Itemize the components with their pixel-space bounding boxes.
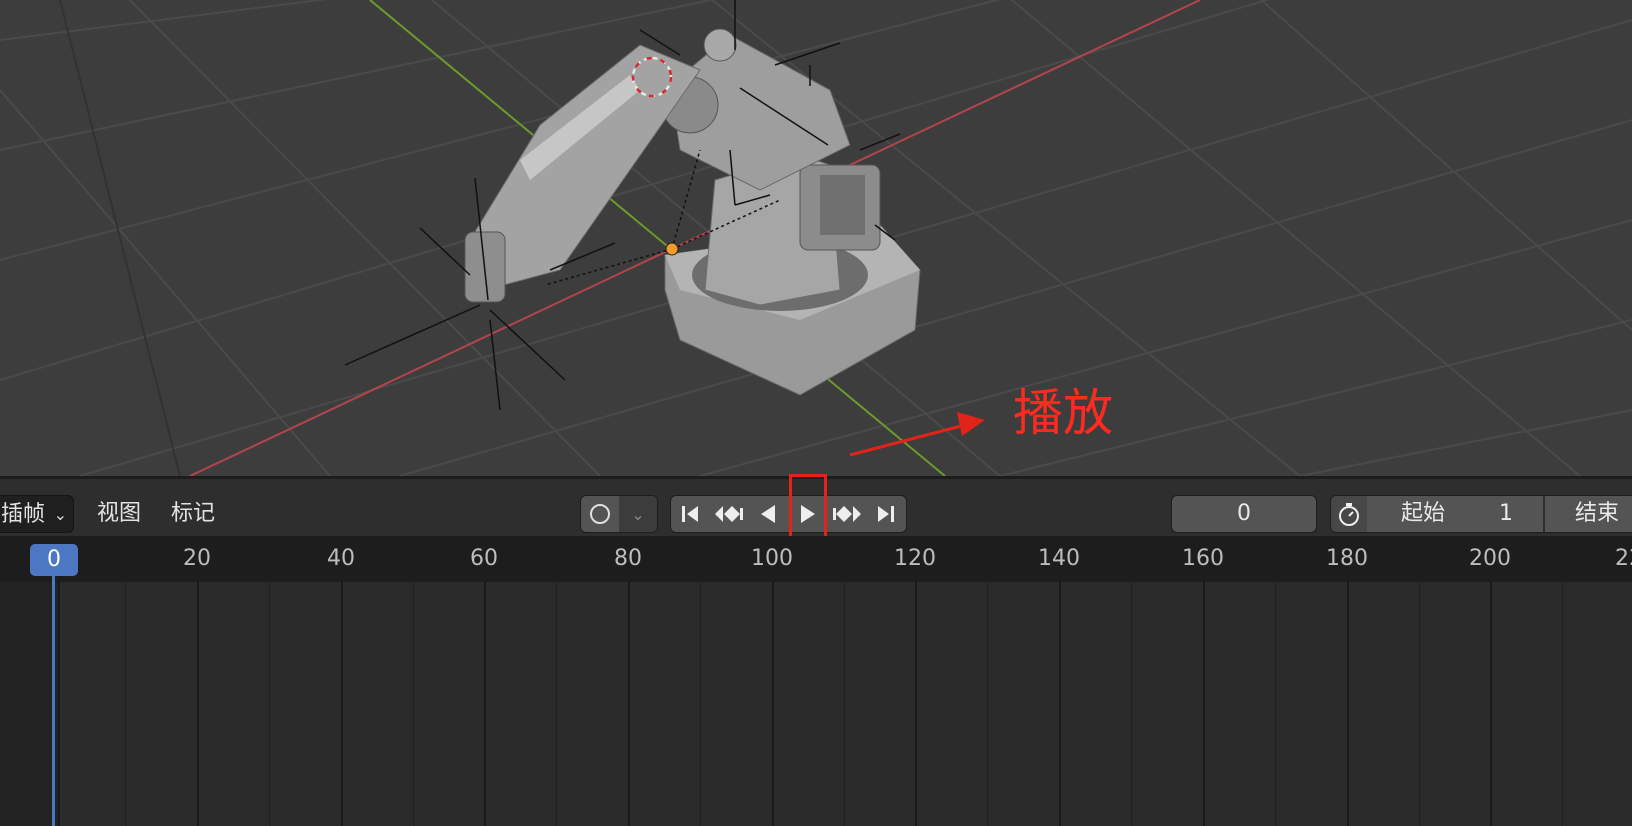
ruler-tick: 60 bbox=[470, 546, 498, 571]
ruler-tick: 200 bbox=[1469, 546, 1511, 571]
timeline-track-area[interactable] bbox=[0, 582, 1632, 826]
stopwatch-icon bbox=[1339, 503, 1359, 526]
ruler-tick: 22 bbox=[1615, 546, 1632, 571]
keying-menu-label: 插帧 bbox=[1, 502, 46, 527]
ruler-tick: 160 bbox=[1182, 546, 1224, 571]
origin-point-icon bbox=[665, 242, 679, 256]
use-preview-range-toggle[interactable] bbox=[1331, 496, 1367, 532]
playhead[interactable] bbox=[52, 575, 55, 826]
jump-end-icon bbox=[878, 506, 894, 522]
start-frame-label: 起始 bbox=[1401, 501, 1446, 526]
start-frame-value: 1 bbox=[1499, 501, 1513, 526]
circle-icon bbox=[590, 504, 610, 524]
ruler-tick: 20 bbox=[183, 546, 211, 571]
record-options-dropdown[interactable]: ⌄ bbox=[619, 496, 657, 532]
ruler-tick: 180 bbox=[1326, 546, 1368, 571]
jump-to-start-button[interactable] bbox=[671, 496, 709, 532]
ruler-tick: 80 bbox=[614, 546, 642, 571]
current-frame-field[interactable]: 0 bbox=[1171, 495, 1317, 533]
timeline-left-strip bbox=[0, 582, 58, 826]
record-toggle[interactable] bbox=[581, 496, 619, 532]
prev-keyframe-icon bbox=[715, 506, 743, 522]
next-keyframe-button[interactable] bbox=[827, 496, 867, 532]
ruler-tick: 100 bbox=[751, 546, 793, 571]
ruler-tick: 40 bbox=[327, 546, 355, 571]
chevron-down-icon: ⌄ bbox=[631, 504, 645, 524]
play-highlight-box bbox=[789, 474, 827, 544]
annotation-label: 播放 bbox=[1013, 384, 1113, 442]
frame-range-group: 起始 1 结束 bbox=[1330, 495, 1632, 533]
frame-ruler[interactable]: 0 20 40 60 80 100 120 140 160 180 200 22 bbox=[0, 536, 1632, 582]
keying-menu[interactable]: 插帧 ⌄ bbox=[0, 495, 74, 533]
view-menu[interactable]: 视图 bbox=[97, 495, 141, 533]
marker-menu[interactable]: 标记 bbox=[171, 495, 215, 533]
prev-keyframe-button[interactable] bbox=[709, 496, 749, 532]
auto-keying-group: ⌄ bbox=[580, 495, 658, 533]
play-reverse-icon bbox=[761, 505, 775, 523]
chevron-down-icon: ⌄ bbox=[53, 505, 67, 524]
ruler-tick: 140 bbox=[1038, 546, 1080, 571]
jump-start-icon bbox=[682, 506, 698, 522]
current-frame-indicator[interactable]: 0 bbox=[30, 544, 78, 576]
end-frame-label: 结束 bbox=[1575, 501, 1620, 526]
next-keyframe-icon bbox=[833, 506, 861, 522]
3d-viewport[interactable] bbox=[0, 0, 1632, 476]
play-reverse-button[interactable] bbox=[749, 496, 787, 532]
ruler-tick: 120 bbox=[894, 546, 936, 571]
start-frame-field[interactable]: 起始 1 bbox=[1369, 496, 1541, 532]
end-frame-field[interactable]: 结束 bbox=[1545, 496, 1632, 532]
jump-to-end-button[interactable] bbox=[867, 496, 905, 532]
